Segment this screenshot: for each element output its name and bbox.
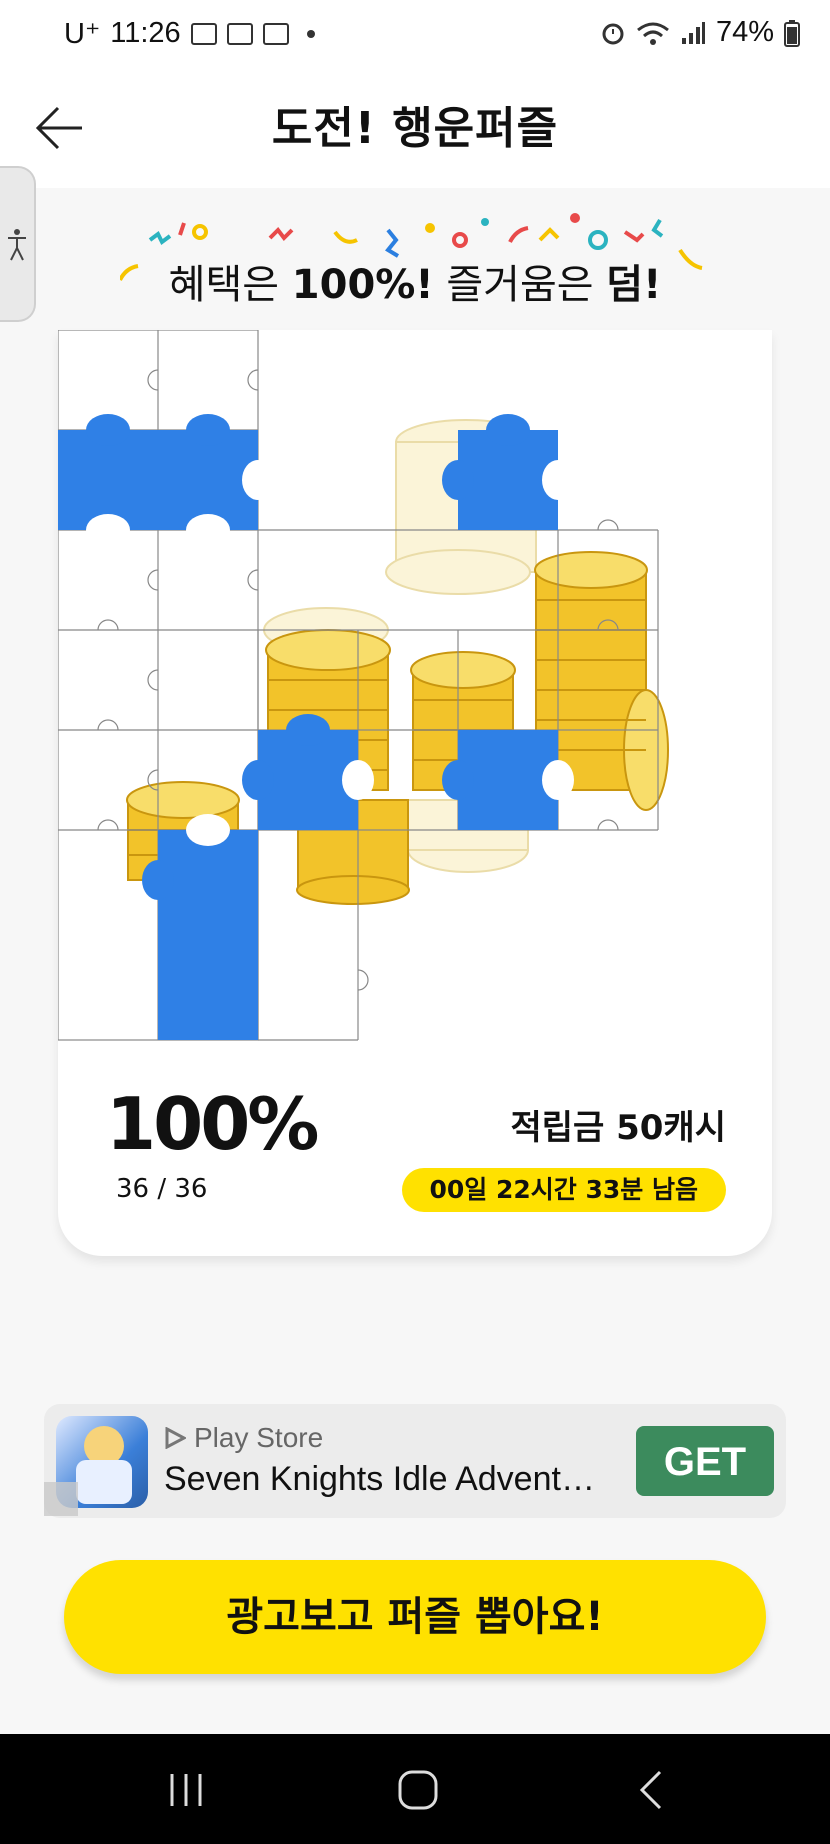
home-button[interactable] bbox=[388, 1766, 448, 1814]
sim-icon bbox=[226, 22, 253, 45]
ad-store-label: Play Store bbox=[164, 1422, 323, 1454]
status-left: U⁺ 11:26 bbox=[64, 16, 315, 51]
app-header: 도전! 행운퍼즐 bbox=[0, 70, 830, 188]
watch-ad-draw-puzzle-button[interactable]: 광고보고 퍼즐 뽑아요! bbox=[64, 1560, 766, 1674]
time-remaining-badge: 00일 22시간 33분 남음 bbox=[401, 1168, 726, 1212]
battery-percent: 74% bbox=[715, 16, 774, 48]
ad-title: Seven Knights Idle Advent… bbox=[164, 1460, 595, 1498]
puzzle-card: 100% 36 / 36 적립금 50캐시 00일 22시간 33분 남음 bbox=[58, 330, 772, 1256]
reward-label: 적립금 50캐시 bbox=[510, 1108, 726, 1148]
clock: 11:26 bbox=[110, 17, 181, 49]
wifi-icon bbox=[637, 22, 669, 45]
slogan: 혜택은 100%! 즐거움은 덤! bbox=[0, 252, 830, 310]
mail-icon bbox=[262, 22, 289, 45]
ad-banner[interactable]: Play Store Seven Knights Idle Advent… GE… bbox=[44, 1404, 786, 1518]
recent-apps-button[interactable] bbox=[156, 1766, 216, 1814]
get-button[interactable]: GET bbox=[636, 1426, 774, 1496]
system-back-button[interactable] bbox=[622, 1766, 682, 1814]
slogan-bold2: 덤! bbox=[606, 262, 662, 308]
play-store-icon bbox=[165, 1427, 186, 1449]
signal-icon bbox=[681, 21, 705, 44]
gallery-icon bbox=[190, 22, 217, 45]
status-bar: U⁺ 11:26 74% bbox=[0, 0, 830, 70]
slogan-part1: 혜택은 bbox=[168, 262, 292, 308]
progress-count: 36 / 36 bbox=[116, 1174, 208, 1204]
status-right: 74% bbox=[600, 16, 800, 49]
more-notifications-icon bbox=[306, 29, 315, 38]
slogan-part2: 즐거움은 bbox=[433, 262, 607, 308]
page-title: 도전! 행운퍼즐 bbox=[271, 103, 559, 154]
alarm-icon bbox=[602, 23, 624, 44]
slogan-bold1: 100%! bbox=[291, 262, 434, 308]
ad-info-icon[interactable] bbox=[44, 1482, 78, 1516]
ad-store-text: Play Store bbox=[194, 1422, 324, 1453]
progress-percent: 100% bbox=[106, 1082, 319, 1166]
battery-icon bbox=[784, 19, 800, 47]
puzzle-board[interactable] bbox=[58, 330, 772, 1044]
carrier-label: U⁺ bbox=[64, 18, 101, 50]
system-nav-bar bbox=[0, 1734, 830, 1844]
